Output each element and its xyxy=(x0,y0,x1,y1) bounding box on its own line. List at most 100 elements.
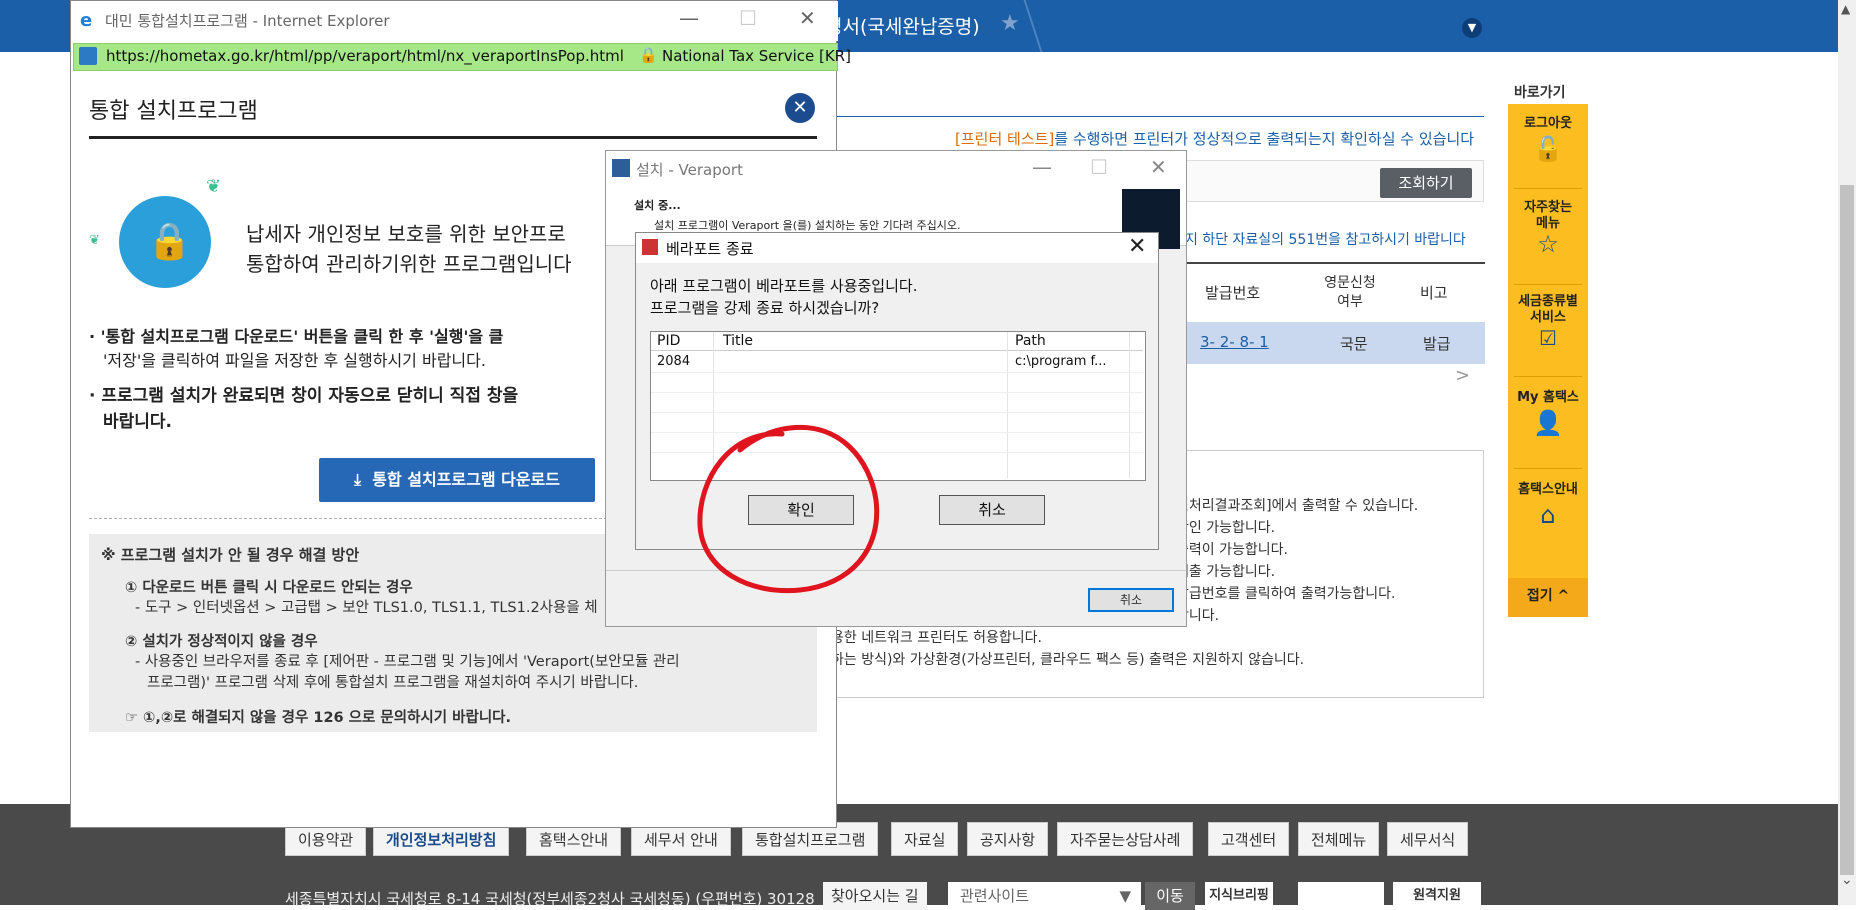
footer-link-archive[interactable]: 자료실 xyxy=(891,822,959,856)
help-case1-title: ① 다운로드 버튼 클릭 시 다운로드 안되는 경우 xyxy=(125,580,413,596)
query-button[interactable]: 조회하기 xyxy=(1380,168,1472,198)
install-cancel-button[interactable]: 취소 xyxy=(1088,588,1174,612)
close-icon[interactable]: ✕ xyxy=(799,6,816,30)
printer-test-notice: [프린터 테스트]를 수행하면 프린터가 정상적으로 출력되는지 확인하실 수 … xyxy=(955,128,1474,149)
breadcrumb[interactable]: 명서(국세완납증명) xyxy=(825,12,980,39)
footer-link-notice[interactable]: 공지사항 xyxy=(967,822,1049,856)
quick-item-my-hometax[interactable]: My 홈택스 👤 xyxy=(1508,386,1588,437)
address-bar[interactable]: https://hometax.go.kr/html/pp/veraport/h… xyxy=(73,43,851,71)
address-url[interactable]: https://hometax.go.kr/html/pp/veraport/h… xyxy=(106,47,624,65)
leaf-icon: ❦ xyxy=(89,233,100,248)
info-line: 발급번호를 클릭하여 출력가능합니다. xyxy=(1176,586,1396,602)
lock-open-icon: 🔓 xyxy=(1533,135,1563,163)
lock-icon: 🔒 xyxy=(147,221,192,262)
printer-test-link[interactable]: [프린터 테스트] xyxy=(955,130,1054,148)
scroll-up-icon[interactable]: ▲ xyxy=(1841,2,1850,16)
issue-number-link[interactable]: 3- 2- 8- 1 xyxy=(1200,333,1269,351)
col-title[interactable]: Title xyxy=(723,333,753,349)
bullet-1: · '통합 설치프로그램 다운로드' 버튼을 클릭 한 후 '실행'을 클 '저… xyxy=(89,325,503,373)
window-titlebar[interactable]: e 대민 통합설치프로그램 - Internet Explorer — ☐ ✕ xyxy=(71,1,838,41)
footer-link-all-menu[interactable]: 전체메뉴 xyxy=(1298,822,1380,856)
red-annotation-circle xyxy=(697,424,880,594)
banner-remote-support[interactable]: 원격지원 xyxy=(1393,882,1481,910)
banner-knowledge-briefing[interactable]: 지식브리핑 xyxy=(1205,882,1273,910)
col-remark: 비고 xyxy=(1420,284,1448,302)
intro-text: 납세자 개인정보 보호를 위한 보안프로 통합하여 관리하기위한 프로그램입니다 xyxy=(246,219,572,279)
related-sites-select[interactable]: 관련사이트 ▼ xyxy=(948,882,1141,910)
intro-line: 통합하여 관리하기위한 프로그램입니다 xyxy=(246,252,572,276)
quick-item-label: 홈택스안내 xyxy=(1518,482,1578,497)
divider xyxy=(1514,468,1582,469)
quick-item-logout[interactable]: 로그아웃 🔓 xyxy=(1508,112,1588,163)
info-line: 용한 네트워크 프린터도 허용합니다. xyxy=(831,630,1042,646)
divider xyxy=(1514,376,1582,377)
message-line: 아래 프로그램이 베라포트를 사용중입니다. xyxy=(650,277,918,295)
column-separator xyxy=(1007,332,1008,478)
ssl-identity[interactable]: National Tax Service [KR] xyxy=(662,47,851,65)
col-english: 영문신청 여부 xyxy=(1324,275,1376,310)
page-scrollbar[interactable]: ▲ ⌄ xyxy=(1838,0,1856,905)
intro-line: 납세자 개인정보 보호를 위한 보안프로 xyxy=(246,222,566,246)
dialog-message: 아래 프로그램이 베라포트를 사용중입니다. 프로그램을 강제 종료 하시겠습니… xyxy=(650,275,917,319)
dialog-titlebar[interactable]: 베라포트 종료 ✕ xyxy=(636,233,1158,263)
security-illustration: 🔒 xyxy=(119,196,211,288)
chevron-right-icon[interactable]: > xyxy=(1455,365,1470,386)
help-case2-title: ② 설치가 정상적이지 않을 경우 xyxy=(125,634,318,650)
footer-link-tax-forms[interactable]: 세무서식 xyxy=(1387,822,1469,856)
bullet-line: · 프로그램 설치가 완료되면 창이 자동으로 닫히니 직접 창을 xyxy=(89,386,519,406)
close-icon[interactable]: ✕ xyxy=(1150,155,1167,179)
dialog-title: 베라포트 종료 xyxy=(666,240,754,258)
table-header: 발급번호 영문신청 여부 비고 xyxy=(1180,262,1485,320)
scroll-down-icon[interactable]: ⌄ xyxy=(1841,872,1853,888)
home-icon: ⌂ xyxy=(1540,501,1556,529)
divider xyxy=(1514,188,1582,189)
fold-button[interactable]: 접기 ^ xyxy=(1508,578,1588,617)
quick-item-favorites[interactable]: 자주찾는 메뉴 ☆ xyxy=(1508,200,1588,256)
veraport-icon xyxy=(642,239,658,255)
download-button-label: 통합 설치프로그램 다운로드 xyxy=(372,470,560,489)
install-status: 설치 중... xyxy=(634,199,681,212)
go-button[interactable]: 이동 xyxy=(1145,882,1195,910)
path-cell[interactable]: c:\program f... xyxy=(1015,354,1107,369)
col-path[interactable]: Path xyxy=(1015,333,1046,349)
footer-link-customer-center[interactable]: 고객센터 xyxy=(1208,822,1290,856)
quick-item-label: 세금종류별 서비스 xyxy=(1518,294,1578,325)
help-title: ※ 프로그램 설치가 안 될 경우 해결 방안 xyxy=(101,546,360,564)
scrollbar-thumb[interactable] xyxy=(1840,185,1854,875)
related-sites-label: 관련사이트 xyxy=(960,887,1030,905)
help-case2-text: - 사용중인 브라우저를 종료 후 [제어판 - 프로그램 및 기능]에서 'V… xyxy=(135,654,680,670)
close-icon[interactable]: ✕ xyxy=(1128,234,1146,259)
quick-item-tax-services[interactable]: 세금종류별 서비스 ☑ xyxy=(1508,294,1588,348)
maximize-icon[interactable]: ☐ xyxy=(739,6,757,30)
row-line xyxy=(651,412,1143,413)
download-icon: ⤓ xyxy=(354,470,373,489)
quick-item-hometax-guide[interactable]: 홈택스안내 ⌂ xyxy=(1508,478,1588,529)
popup-close-button[interactable]: ✕ xyxy=(785,93,815,123)
quick-item-label: My 홈택스 xyxy=(1517,390,1579,405)
help-case1-text: - 도구 > 인터넷옵션 > 고급탭 > 보안 TLS1.0, TLS1.1, … xyxy=(135,600,598,616)
minimize-icon[interactable]: — xyxy=(679,6,699,30)
english-cell: 국문 xyxy=(1340,335,1368,353)
quick-menu: 바로가기 로그아웃 🔓 자주찾는 메뉴 ☆ 세금종류별 서비스 ☑ My 홈택스 👤 홈… xyxy=(1508,78,1588,617)
window-title: 대민 통합설치프로그램 - Internet Explorer xyxy=(105,12,390,30)
quick-menu-title: 바로가기 xyxy=(1514,85,1566,101)
download-button[interactable]: ⤓ 통합 설치프로그램 다운로드 xyxy=(319,458,595,502)
bullet-line: · '통합 설치프로그램 다운로드' 버튼을 클릭 한 후 '실행'을 클 xyxy=(89,327,504,346)
help-contact: ☞ ①,②로 해결되지 않을 경우 126 으로 문의하시기 바랍니다. xyxy=(125,710,512,726)
maximize-icon[interactable]: ☐ xyxy=(1090,155,1108,179)
divider xyxy=(89,136,817,139)
minimize-icon[interactable]: — xyxy=(1032,155,1052,179)
chevron-down-icon[interactable]: ▼ xyxy=(1462,18,1482,38)
find-way-button[interactable]: 찾아오시는 길 xyxy=(823,882,927,910)
bullet-line: '저장'을 클릭하여 파일을 저장한 후 실행하시기 바랍니다. xyxy=(103,351,486,370)
window-titlebar[interactable]: 설치 - Veraport — ☐ ✕ xyxy=(606,151,1186,185)
footer-link-faq[interactable]: 자주묻는상담사례 xyxy=(1057,822,1194,856)
banner-logo[interactable] xyxy=(1298,882,1384,910)
divider xyxy=(1514,284,1582,285)
cancel-button[interactable]: 취소 xyxy=(939,495,1045,525)
col-pid[interactable]: PID xyxy=(657,333,680,349)
pid-cell[interactable]: 2084 xyxy=(657,354,690,369)
lock-icon[interactable]: 🔒 xyxy=(639,46,658,64)
table-row: 3- 2- 8- 1 국문 발급 xyxy=(1180,322,1485,364)
info-line: 제출 가능합니다. xyxy=(1176,564,1276,580)
